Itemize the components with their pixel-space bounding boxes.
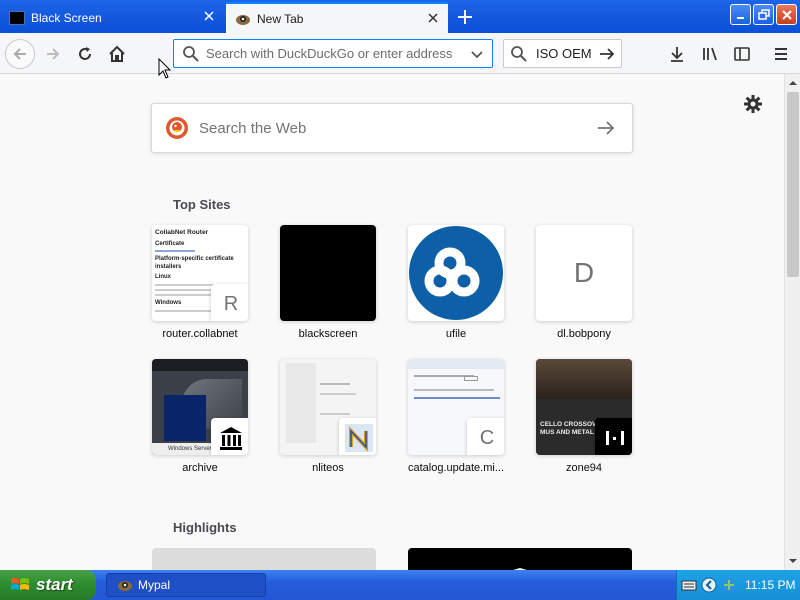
black-screen-favicon-icon — [9, 10, 25, 25]
keyboard-icon[interactable] — [681, 577, 697, 593]
tab-new-tab[interactable]: New Tab — [226, 2, 448, 33]
search-bar[interactable]: ISO OEM — [503, 39, 622, 68]
mypal-app-icon — [118, 581, 132, 591]
top-site-tile[interactable]: blackscreen — [280, 225, 376, 340]
top-site-tile[interactable]: Windows Server archive — [152, 359, 248, 474]
windows-flag-icon — [11, 578, 29, 590]
nlite-logo-icon — [339, 418, 376, 455]
close-window-button[interactable] — [776, 4, 797, 25]
top-site-tile[interactable]: D dl.bobpony — [536, 225, 632, 340]
vertical-scrollbar[interactable] — [784, 74, 800, 570]
minimize-button[interactable] — [730, 4, 751, 25]
archive-preview: Windows Server — [152, 359, 248, 455]
blackscreen-preview — [280, 225, 376, 321]
tile-label: router.collabnet — [162, 328, 238, 340]
tab-black-screen[interactable]: Black Screen — [0, 2, 224, 33]
mouse-cursor-icon — [158, 58, 172, 79]
gear-icon[interactable] — [743, 94, 763, 114]
scrollbar-thumb[interactable] — [787, 92, 799, 277]
tile-label: ufile — [445, 328, 467, 340]
ufile-preview — [408, 225, 504, 321]
downloads-button[interactable] — [665, 42, 689, 66]
search-icon — [182, 45, 200, 63]
tile-letter-badge: C — [467, 418, 504, 455]
web-search-box[interactable] — [151, 103, 633, 153]
back-button[interactable] — [5, 39, 35, 69]
archive-museum-icon — [211, 418, 248, 455]
zone94-logo-icon — [595, 418, 632, 455]
task-label: Mypal — [138, 578, 171, 592]
top-site-tile[interactable]: CELLO CROSSOVER MUS AND METAL zone94 — [536, 359, 632, 474]
preview-subheading: Certificate — [155, 241, 185, 247]
highlight-card[interactable] — [408, 548, 632, 570]
top-sites-heading: Top Sites — [173, 197, 231, 212]
top-site-tile[interactable]: CollabNet Router Certificate Platform-sp… — [152, 225, 248, 340]
scroll-down-arrow-icon[interactable] — [786, 554, 800, 568]
start-label: start — [36, 575, 73, 594]
hamburger-menu-icon[interactable] — [769, 42, 793, 66]
tile-label: catalog.update.mi... — [408, 462, 505, 474]
top-site-tile[interactable]: ufile — [408, 225, 504, 340]
network-icon[interactable] — [721, 577, 737, 593]
search-bar-text[interactable]: ISO OEM — [536, 46, 598, 61]
start-button[interactable]: start — [0, 570, 96, 600]
dl-bobpony-preview: D — [536, 225, 632, 321]
new-tab-page: Top Sites CollabNet Router Certificate P… — [0, 74, 784, 570]
close-tab-icon[interactable] — [426, 11, 440, 25]
web-search-input[interactable] — [199, 119, 596, 137]
search-icon — [510, 45, 528, 63]
chevron-left-icon[interactable] — [701, 577, 717, 593]
top-site-tile[interactable]: C catalog.update.mi... — [408, 359, 504, 474]
tile-label: dl.bobpony — [557, 328, 611, 340]
arrow-right-icon[interactable] — [598, 45, 616, 63]
scroll-up-arrow-icon[interactable] — [786, 76, 800, 90]
tile-letter: D — [573, 257, 595, 288]
taskbar-item-mypal[interactable]: Mypal — [106, 573, 266, 597]
ufile-logo-icon — [409, 226, 503, 320]
highlight-card[interactable] — [152, 548, 376, 570]
reload-button[interactable] — [70, 39, 100, 69]
tile-label: nliteos — [312, 462, 344, 474]
url-bar[interactable] — [173, 39, 493, 68]
mypal-favicon-icon — [235, 12, 251, 26]
home-button[interactable] — [102, 39, 132, 69]
close-tab-icon[interactable] — [202, 9, 216, 23]
tile-letter-badge: R — [211, 284, 248, 321]
tab-title: New Tab — [257, 11, 304, 26]
tile-label: zone94 — [565, 462, 603, 474]
router-collabnet-preview: CollabNet Router Certificate Platform-sp… — [152, 225, 248, 321]
window-controls — [730, 4, 797, 25]
taskbar: start Mypal 11:15 PM — [0, 570, 800, 600]
library-button[interactable] — [698, 42, 722, 66]
top-site-tile[interactable]: nliteos — [280, 359, 376, 474]
taskbar-clock[interactable]: 11:15 PM — [745, 578, 795, 592]
highlights-heading: Highlights — [173, 520, 237, 535]
tile-label: blackscreen — [298, 328, 358, 340]
restore-button[interactable] — [753, 4, 774, 25]
duckduckgo-logo-icon — [165, 116, 189, 140]
chevron-down-icon[interactable] — [468, 45, 486, 63]
nliteos-preview — [280, 359, 376, 455]
forward-button[interactable] — [38, 39, 68, 69]
arrow-right-icon[interactable] — [596, 118, 616, 138]
preview-heading-3: Linux — [155, 274, 171, 280]
sidebar-button[interactable] — [730, 42, 754, 66]
preview-heading: CollabNet Router — [155, 229, 209, 236]
preview-heading-2: Platform-specific certificate installers — [155, 256, 234, 270]
zone94-preview: CELLO CROSSOVER MUS AND METAL — [536, 359, 632, 455]
tab-title: Black Screen — [31, 10, 102, 25]
tile-label: archive — [182, 462, 218, 474]
navigation-toolbar: ISO OEM — [0, 33, 800, 74]
url-input[interactable] — [206, 43, 468, 64]
tab-strip: Black Screen New Tab — [0, 0, 800, 33]
catalog-update-preview: C — [408, 359, 504, 455]
system-tray: 11:15 PM — [676, 570, 800, 600]
new-tab-button[interactable] — [452, 4, 478, 30]
